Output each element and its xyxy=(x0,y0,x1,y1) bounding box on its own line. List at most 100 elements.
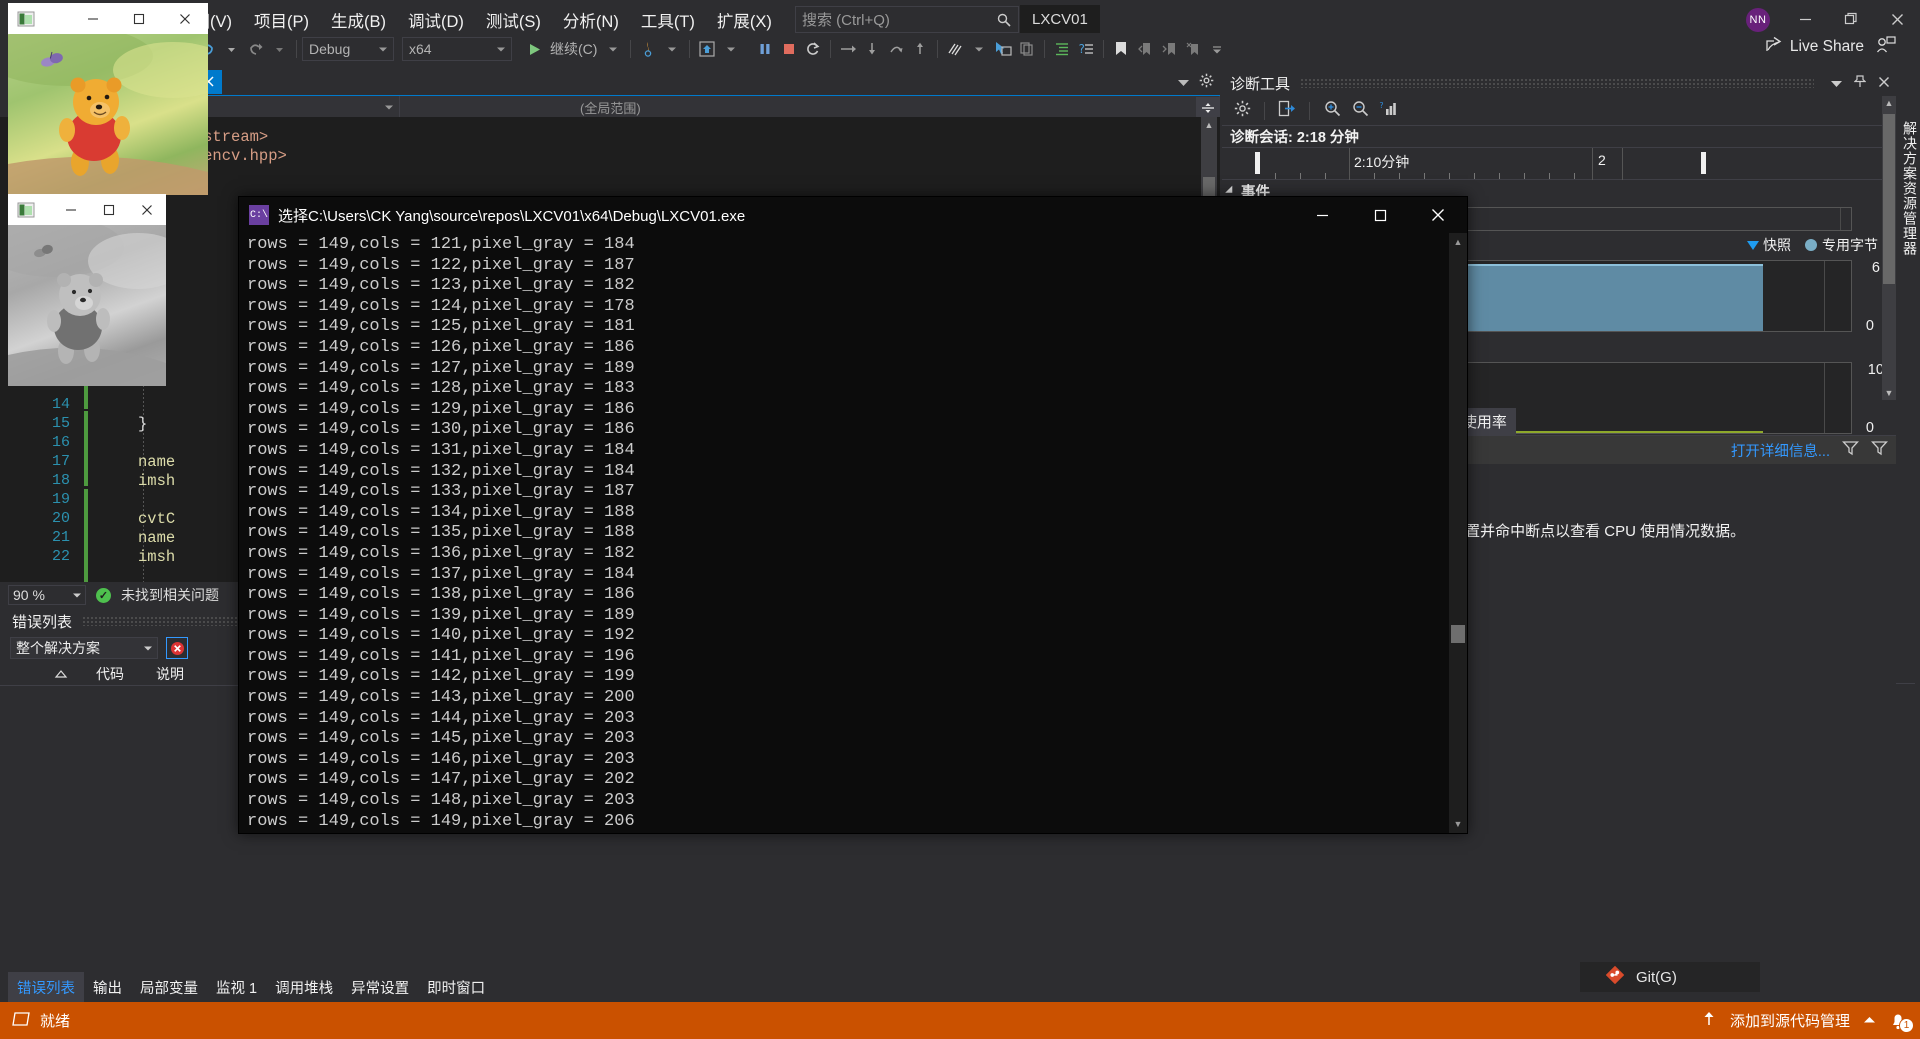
menu-item-5[interactable]: 分析(N) xyxy=(552,3,630,37)
image-minimize-gray[interactable] xyxy=(52,194,90,225)
search-input[interactable]: 搜索 (Ctrl+Q) xyxy=(795,6,1019,33)
bottom-tab-2[interactable]: 局部变量 xyxy=(131,972,207,1003)
clear-bookmarks-icon[interactable] xyxy=(1181,36,1205,62)
console-line: rows = 149,cols = 123,pixel_gray = 182 xyxy=(247,276,635,296)
image-canvas-gray xyxy=(8,225,166,386)
diag-scroll-up-arrow[interactable]: ▲ xyxy=(1882,96,1896,110)
solution-explorer-vertical-tab[interactable]: 解决方案资源管理器 xyxy=(1896,70,1920,300)
console-window[interactable]: C:\ 选择C:\Users\CK Yang\source\repos\LXCV… xyxy=(238,196,1468,834)
scroll-up-arrow[interactable]: ▲ xyxy=(1201,117,1217,133)
bottom-tab-6[interactable]: 即时窗口 xyxy=(418,972,494,1003)
diagnostic-scrollbar[interactable]: ▲ ▼ xyxy=(1882,96,1896,400)
filter-icon[interactable] xyxy=(1842,440,1859,461)
console-titlebar[interactable]: C:\ 选择C:\Users\CK Yang\source\repos\LXCV… xyxy=(239,197,1467,233)
console-scroll-down[interactable]: ▼ xyxy=(1449,815,1467,833)
prev-bookmark-icon[interactable] xyxy=(1133,36,1157,62)
notifications-button[interactable]: 1 xyxy=(1889,1012,1914,1033)
global-scope-select[interactable]: (全局范围) xyxy=(400,96,1220,118)
split-editor-button[interactable] xyxy=(1196,97,1220,119)
step-into-icon[interactable] xyxy=(860,36,884,62)
console-close-button[interactable] xyxy=(1409,197,1467,233)
issues-label: 未找到相关问题 xyxy=(121,587,219,603)
open-details-link[interactable]: 打开详细信息... xyxy=(1731,440,1830,461)
step-over-icon[interactable] xyxy=(836,36,860,62)
git-flyout[interactable]: Git(G) xyxy=(1580,962,1760,992)
diag-dropdown-icon[interactable] xyxy=(1824,75,1848,92)
zoom-in-icon[interactable] xyxy=(1320,100,1344,122)
step-over-curve-icon[interactable] xyxy=(884,36,908,62)
restart-icon[interactable] xyxy=(801,36,825,62)
filter-icon-2[interactable] xyxy=(1871,440,1888,461)
diag-pin-icon[interactable] xyxy=(1848,74,1872,92)
bottom-tab-3[interactable]: 监视 1 xyxy=(207,972,266,1003)
bottom-tab-4[interactable]: 调用堆栈 xyxy=(266,972,342,1003)
next-bookmark-icon[interactable] xyxy=(1157,36,1181,62)
menu-item-2[interactable]: 生成(B) xyxy=(320,3,397,37)
image-close-color[interactable] xyxy=(162,3,208,34)
redo-icon[interactable] xyxy=(243,36,267,62)
diag-scroll-down-arrow[interactable]: ▼ xyxy=(1882,386,1896,400)
opencv-image-window-gray[interactable] xyxy=(8,194,166,386)
zoom-out-icon[interactable] xyxy=(1348,100,1372,122)
sort-indicator-icon[interactable] xyxy=(40,666,82,682)
bottom-tab-5[interactable]: 异常设置 xyxy=(342,972,418,1003)
hot-reload-dropdown-icon[interactable] xyxy=(660,36,684,62)
bottom-tab-0[interactable]: 错误列表 xyxy=(8,971,84,1003)
diff-threads-icon[interactable] xyxy=(943,36,967,62)
console-scrollbar[interactable]: ▲ ▼ xyxy=(1449,233,1467,833)
diag-settings-icon[interactable] xyxy=(1230,100,1254,122)
menu-item-6[interactable]: 工具(T) xyxy=(630,3,706,37)
zoom-reset-chart-icon[interactable]: ? xyxy=(1376,100,1400,122)
live-share-contacts-icon[interactable] xyxy=(1876,36,1896,59)
tabstrip-settings-icon[interactable] xyxy=(1199,73,1214,93)
avatar[interactable]: NN xyxy=(1746,8,1770,32)
hot-reload-icon[interactable] xyxy=(636,36,660,62)
bottom-tab-1[interactable]: 输出 xyxy=(84,972,131,1003)
console-line: rows = 149,cols = 133,pixel_gray = 187 xyxy=(247,482,635,502)
platform-select[interactable]: x64 xyxy=(402,37,512,61)
indent-list-icon[interactable] xyxy=(1050,36,1074,62)
help-list-icon[interactable]: ? xyxy=(1074,36,1098,62)
diag-scroll-thumb[interactable] xyxy=(1883,114,1895,284)
image-close-gray[interactable] xyxy=(128,194,166,225)
console-line: rows = 149,cols = 135,pixel_gray = 188 xyxy=(247,523,635,543)
console-minimize-button[interactable] xyxy=(1293,197,1351,233)
step-out-icon[interactable] xyxy=(908,36,932,62)
console-maximize-button[interactable] xyxy=(1351,197,1409,233)
toolbar-overflow-icon[interactable] xyxy=(1205,36,1229,62)
pause-icon[interactable] xyxy=(753,36,777,62)
undo-dropdown-icon[interactable] xyxy=(219,36,243,62)
console-scroll-up[interactable]: ▲ xyxy=(1449,233,1467,251)
diagnostic-timeline[interactable]: 2:10分钟 2 xyxy=(1222,148,1896,180)
export-icon[interactable] xyxy=(1275,100,1299,122)
home-window-icon[interactable] xyxy=(695,36,719,62)
error-filter-button[interactable] xyxy=(166,637,188,659)
opencv-image-window-color[interactable] xyxy=(8,3,208,195)
image-maximize-gray[interactable] xyxy=(90,194,128,225)
copy-window-icon[interactable] xyxy=(1015,36,1039,62)
menu-item-7[interactable]: 扩展(X) xyxy=(706,3,783,37)
tab-list-dropdown-icon[interactable] xyxy=(1178,74,1189,92)
redo-dropdown-icon[interactable] xyxy=(267,36,291,62)
image-maximize-color[interactable] xyxy=(116,3,162,34)
zoom-level-select[interactable]: 90 % xyxy=(8,585,86,605)
error-column-header[interactable]: 代码 xyxy=(82,664,142,684)
diff-dropdown-icon[interactable] xyxy=(967,36,991,62)
menu-item-4[interactable]: 测试(S) xyxy=(475,3,552,37)
console-scroll-thumb[interactable] xyxy=(1451,625,1465,643)
live-share-button[interactable]: Live Share xyxy=(1765,36,1864,58)
stop-icon[interactable] xyxy=(777,36,801,62)
configuration-select[interactable]: Debug xyxy=(302,37,394,61)
diag-close-icon[interactable] xyxy=(1872,75,1896,92)
continue-dropdown-icon[interactable] xyxy=(601,36,625,62)
continue-play-icon[interactable] xyxy=(522,36,546,62)
source-control-label[interactable]: 添加到源代码管理 xyxy=(1730,1010,1850,1031)
source-control-chevron-icon[interactable] xyxy=(1864,1012,1875,1029)
pointer-window-icon[interactable] xyxy=(991,36,1015,62)
bookmark-icon[interactable] xyxy=(1109,36,1133,62)
error-scope-select[interactable]: 整个解决方案 xyxy=(10,637,158,659)
home-window-dropdown-icon[interactable] xyxy=(719,36,743,62)
image-minimize-color[interactable] xyxy=(70,3,116,34)
menu-item-1[interactable]: 项目(P) xyxy=(243,3,320,37)
menu-item-3[interactable]: 调试(D) xyxy=(397,3,475,37)
